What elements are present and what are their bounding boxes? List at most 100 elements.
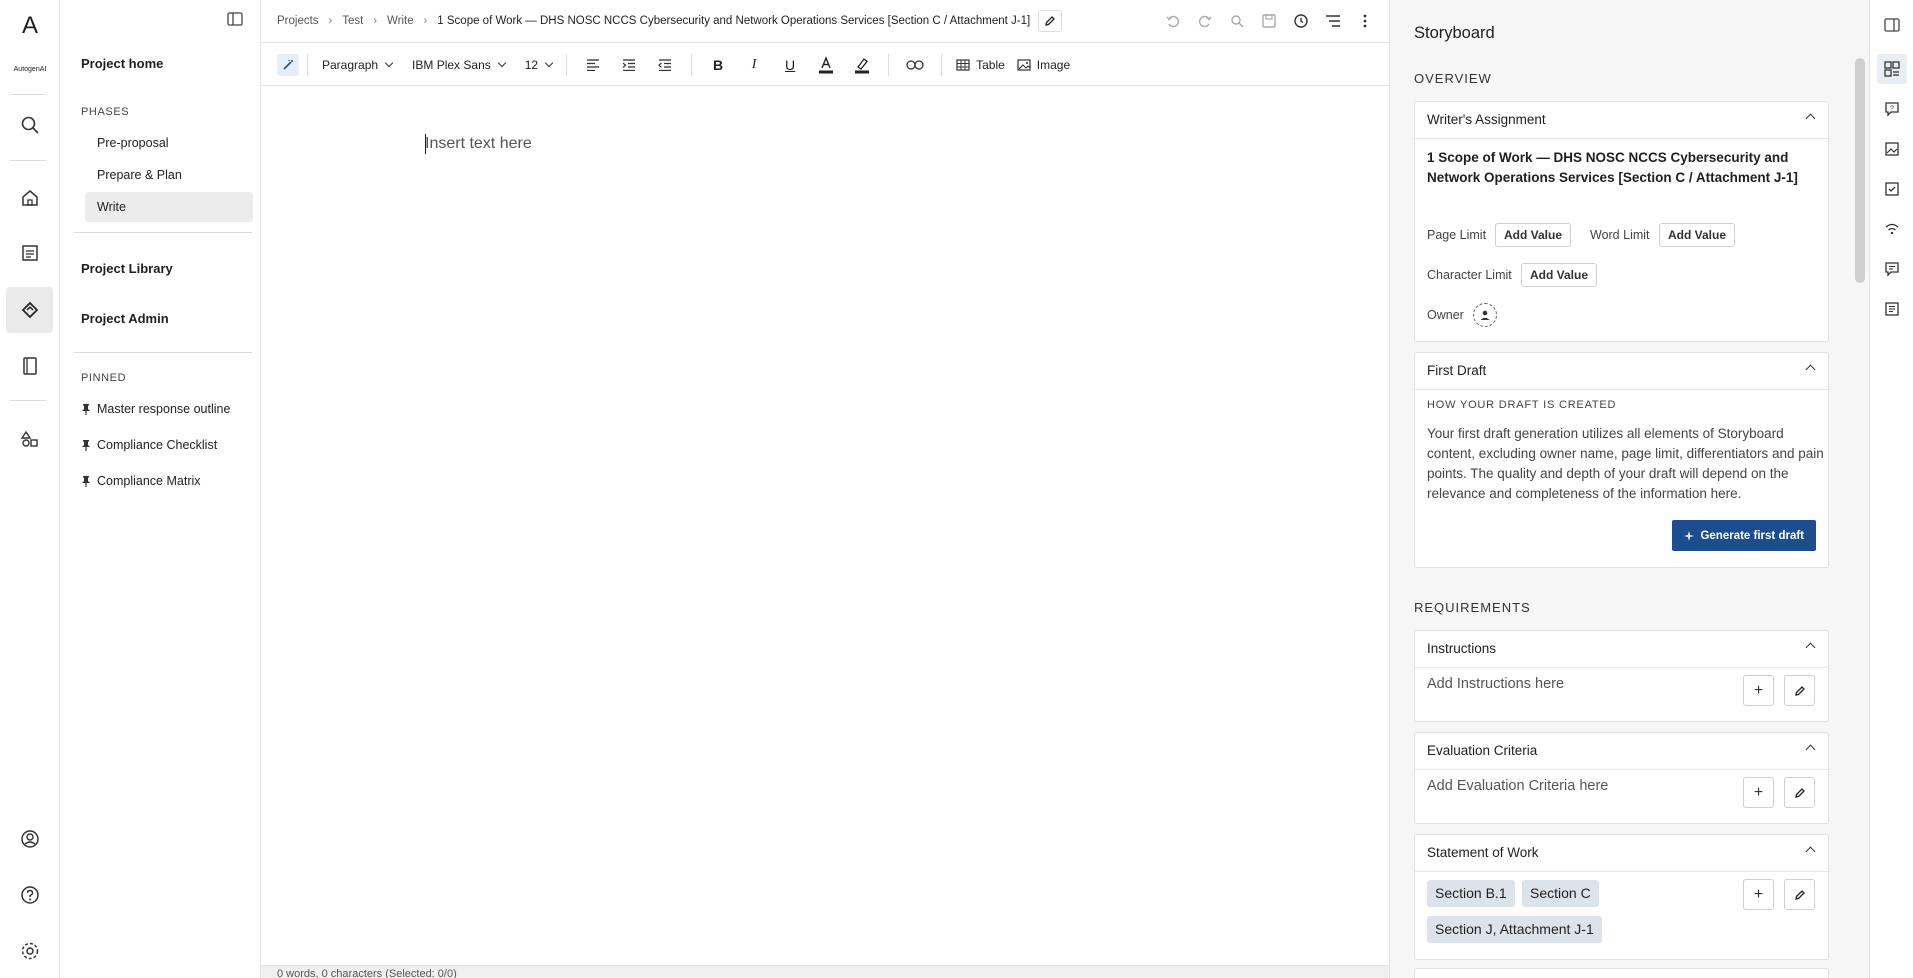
word-count-status: 0 words, 0 characters (Selected: 0/0) — [261, 965, 1389, 978]
bold-icon[interactable]: B — [704, 51, 732, 79]
right-icon-strip: ? — [1869, 0, 1913, 978]
edit-evaluation-icon[interactable] — [1784, 777, 1815, 808]
evaluation-placeholder[interactable]: Add Evaluation Criteria here — [1427, 778, 1608, 794]
editor-actions — [1163, 10, 1375, 32]
collapse-panel-icon[interactable] — [1877, 10, 1907, 40]
account-icon[interactable] — [10, 819, 50, 859]
shapes-icon[interactable] — [10, 419, 50, 459]
add-instruction-icon[interactable]: + — [1743, 675, 1774, 706]
pinned-item[interactable]: Compliance Checklist — [81, 438, 217, 452]
ai-magic-icon[interactable] — [277, 53, 299, 76]
chevron-up-icon[interactable] — [1805, 846, 1816, 857]
pinned-label: Compliance Checklist — [97, 438, 218, 452]
document-icon[interactable] — [10, 233, 50, 273]
chevron-up-icon[interactable] — [1805, 642, 1816, 653]
breadcrumb-test[interactable]: Test — [342, 15, 363, 27]
add-evaluation-icon[interactable]: + — [1743, 777, 1774, 808]
undo-icon[interactable] — [1163, 10, 1183, 32]
phase-pre-proposal[interactable]: Pre-proposal — [85, 128, 253, 158]
app-window: A AutogenAI Project home PHASES Pre-prop… — [0, 0, 1913, 978]
formatting-toolbar: Paragraph IBM Plex Sans 12 B I U Table I… — [261, 44, 1389, 86]
comments-icon[interactable] — [1877, 254, 1907, 284]
word-limit-add-button[interactable]: Add Value — [1659, 223, 1736, 247]
sow-chip[interactable]: Section J, Attachment J-1 — [1427, 916, 1602, 943]
rename-pencil-icon[interactable] — [1038, 10, 1063, 32]
owner-label: Owner — [1427, 308, 1464, 322]
review-icon[interactable] — [1877, 174, 1907, 204]
pinned-item[interactable]: Compliance Matrix — [81, 474, 201, 488]
toolbar-divider — [941, 53, 943, 76]
editor-placeholder[interactable]: Insert text here — [425, 135, 532, 153]
pinned-item[interactable]: Master response outline — [81, 402, 230, 416]
insert-table-button[interactable]: Table — [950, 51, 1011, 79]
edit-instruction-icon[interactable] — [1784, 675, 1815, 706]
chevron-up-icon[interactable] — [1805, 113, 1816, 124]
edit-sow-icon[interactable] — [1784, 879, 1815, 910]
help-bubble-icon[interactable]: ? — [1877, 94, 1907, 124]
history-icon[interactable] — [1291, 10, 1311, 32]
chevron-up-icon[interactable] — [1805, 364, 1816, 375]
pinned-label: Compliance Matrix — [97, 474, 201, 488]
phase-prepare-plan[interactable]: Prepare & Plan — [85, 160, 253, 190]
image-label: Image — [1036, 57, 1071, 72]
instructions-card: Instructions Add Instructions here + — [1414, 630, 1829, 722]
help-icon[interactable] — [10, 875, 50, 915]
proposal-icon[interactable] — [6, 287, 53, 333]
nav-project-home[interactable]: Project home — [81, 56, 163, 71]
document-canvas[interactable]: Insert text here — [261, 87, 1389, 965]
svg-text:?: ? — [1890, 106, 1894, 113]
insert-image-button[interactable]: Image — [1011, 51, 1076, 79]
character-limit-add-button[interactable]: Add Value — [1521, 263, 1598, 287]
wifi-icon[interactable] — [1877, 214, 1907, 244]
settings-icon[interactable] — [10, 931, 50, 971]
add-sow-icon[interactable]: + — [1743, 879, 1774, 910]
rail-divider — [10, 400, 46, 401]
app-logo[interactable]: A — [0, 12, 60, 40]
font-size-select[interactable]: 12 — [519, 51, 558, 79]
home-icon[interactable] — [10, 178, 50, 218]
requirements-header: REQUIREMENTS — [1414, 600, 1531, 615]
chevron-up-icon[interactable] — [1805, 744, 1816, 755]
search-icon[interactable] — [10, 105, 50, 145]
text-caret — [425, 134, 426, 154]
image-icon — [1017, 58, 1031, 71]
panel-scrollbar[interactable] — [1855, 58, 1865, 283]
outdent-icon[interactable] — [651, 51, 679, 79]
nav-project-library[interactable]: Project Library — [81, 261, 173, 276]
font-family-select[interactable]: IBM Plex Sans — [406, 51, 511, 79]
assign-owner-icon[interactable] — [1473, 303, 1497, 327]
instructions-placeholder[interactable]: Add Instructions here — [1427, 676, 1564, 692]
highlight-icon[interactable] — [848, 51, 876, 79]
more-options-icon[interactable] — [1355, 10, 1375, 32]
sparkle-icon — [1684, 530, 1695, 541]
block-type-select[interactable]: Paragraph — [316, 51, 398, 79]
collapse-sidebar-icon[interactable] — [227, 12, 247, 30]
nav-project-admin[interactable]: Project Admin — [81, 311, 169, 326]
library-icon[interactable] — [10, 346, 50, 386]
link-icon[interactable] — [901, 51, 929, 79]
outline-icon[interactable] — [1323, 10, 1343, 32]
align-left-icon[interactable] — [579, 51, 607, 79]
sow-chip[interactable]: Section B.1 — [1427, 880, 1515, 907]
chevron-right-icon: › — [423, 15, 428, 27]
storyboard-icon[interactable] — [1877, 54, 1907, 84]
page-limit-add-button[interactable]: Add Value — [1495, 223, 1572, 247]
text-color-icon[interactable] — [812, 51, 840, 79]
indent-icon[interactable] — [615, 51, 643, 79]
breadcrumb-write[interactable]: Write — [387, 15, 414, 27]
table-icon — [956, 58, 970, 71]
italic-icon[interactable]: I — [740, 51, 768, 79]
gallery-icon[interactable] — [1877, 134, 1907, 164]
generate-first-draft-button[interactable]: Generate first draft — [1672, 520, 1816, 551]
save-icon[interactable] — [1259, 10, 1279, 32]
phase-write[interactable]: Write — [85, 192, 253, 222]
find-replace-icon[interactable] — [1227, 10, 1247, 32]
redo-icon[interactable] — [1195, 10, 1215, 32]
sow-chip[interactable]: Section C — [1522, 880, 1599, 907]
statement-of-work-card: Statement of Work Section B.1 Section C … — [1414, 834, 1829, 960]
notes-icon[interactable] — [1877, 294, 1907, 324]
underline-icon[interactable]: U — [776, 51, 804, 79]
overview-header: OVERVIEW — [1414, 71, 1492, 86]
breadcrumb-projects[interactable]: Projects — [277, 15, 319, 27]
pin-icon — [81, 439, 91, 451]
